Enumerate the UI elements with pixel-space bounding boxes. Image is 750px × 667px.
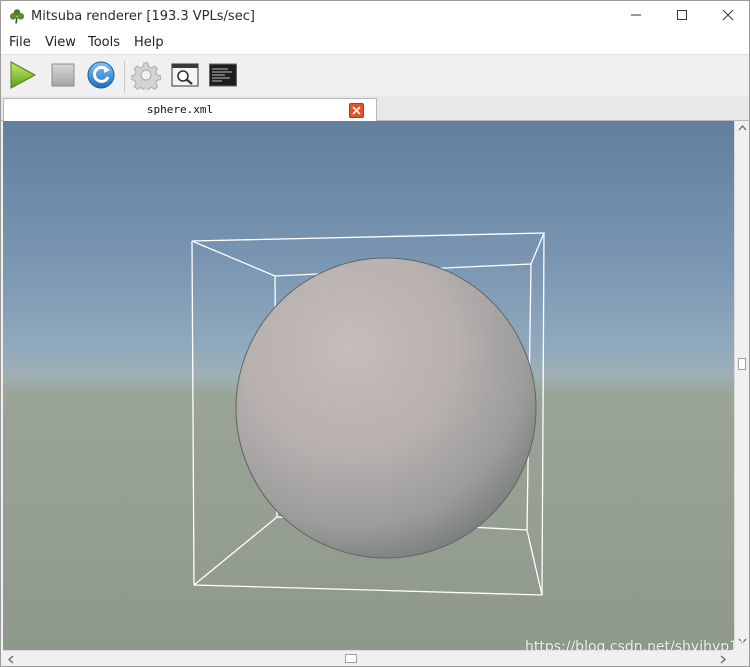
menu-file[interactable]: File — [9, 35, 31, 50]
scroll-up-arrow-icon[interactable] — [737, 124, 747, 132]
preview-button[interactable] — [169, 61, 201, 93]
close-tab-icon — [352, 106, 361, 115]
watermark-text: https://blog.csdn.net/shyjhyp11 — [525, 639, 747, 655]
menu-tools[interactable]: Tools — [88, 35, 120, 50]
preview-window-icon — [170, 60, 200, 95]
refresh-button[interactable] — [85, 61, 117, 93]
stop-icon — [50, 62, 76, 93]
minimize-button[interactable] — [613, 1, 659, 32]
tab-bar: sphere.xml — [1, 96, 749, 122]
mitsuba-window: Mitsuba renderer [193.3 VPLs/sec] File V… — [0, 0, 750, 667]
close-icon — [722, 8, 734, 26]
menu-help[interactable]: Help — [134, 35, 164, 50]
settings-button[interactable] — [130, 61, 162, 93]
minimize-icon — [630, 8, 642, 26]
title-bar: Mitsuba renderer [193.3 VPLs/sec] — [1, 1, 749, 32]
play-icon — [7, 60, 37, 95]
menu-view[interactable]: View — [45, 35, 76, 50]
vertical-scrollbar[interactable] — [734, 121, 749, 650]
console-button[interactable] — [207, 61, 239, 93]
menu-bar: File View Tools Help — [1, 32, 749, 54]
horizontal-scroll-thumb[interactable] — [345, 654, 357, 663]
clover-app-icon — [9, 8, 25, 24]
scroll-left-arrow-icon[interactable] — [7, 654, 15, 664]
sphere — [235, 257, 537, 559]
toolbar — [1, 54, 749, 96]
console-icon — [208, 60, 238, 95]
vertical-scroll-thumb[interactable] — [738, 358, 746, 370]
tab-sphere-xml[interactable]: sphere.xml — [3, 98, 377, 122]
gear-icon — [130, 60, 162, 95]
refresh-icon — [86, 60, 116, 95]
window-title: Mitsuba renderer [193.3 VPLs/sec] — [31, 9, 255, 24]
start-render-button[interactable] — [6, 60, 38, 95]
toolbar-separator — [124, 61, 125, 93]
close-button[interactable] — [705, 1, 750, 32]
scroll-right-arrow-icon[interactable] — [719, 654, 727, 664]
tab-label: sphere.xml — [146, 103, 214, 116]
tab-close-button[interactable] — [349, 103, 364, 118]
stop-render-button[interactable] — [47, 61, 79, 93]
maximize-button[interactable] — [659, 1, 705, 32]
rendered-scene — [191, 232, 545, 596]
render-viewport[interactable] — [3, 121, 734, 650]
maximize-icon — [676, 8, 688, 26]
